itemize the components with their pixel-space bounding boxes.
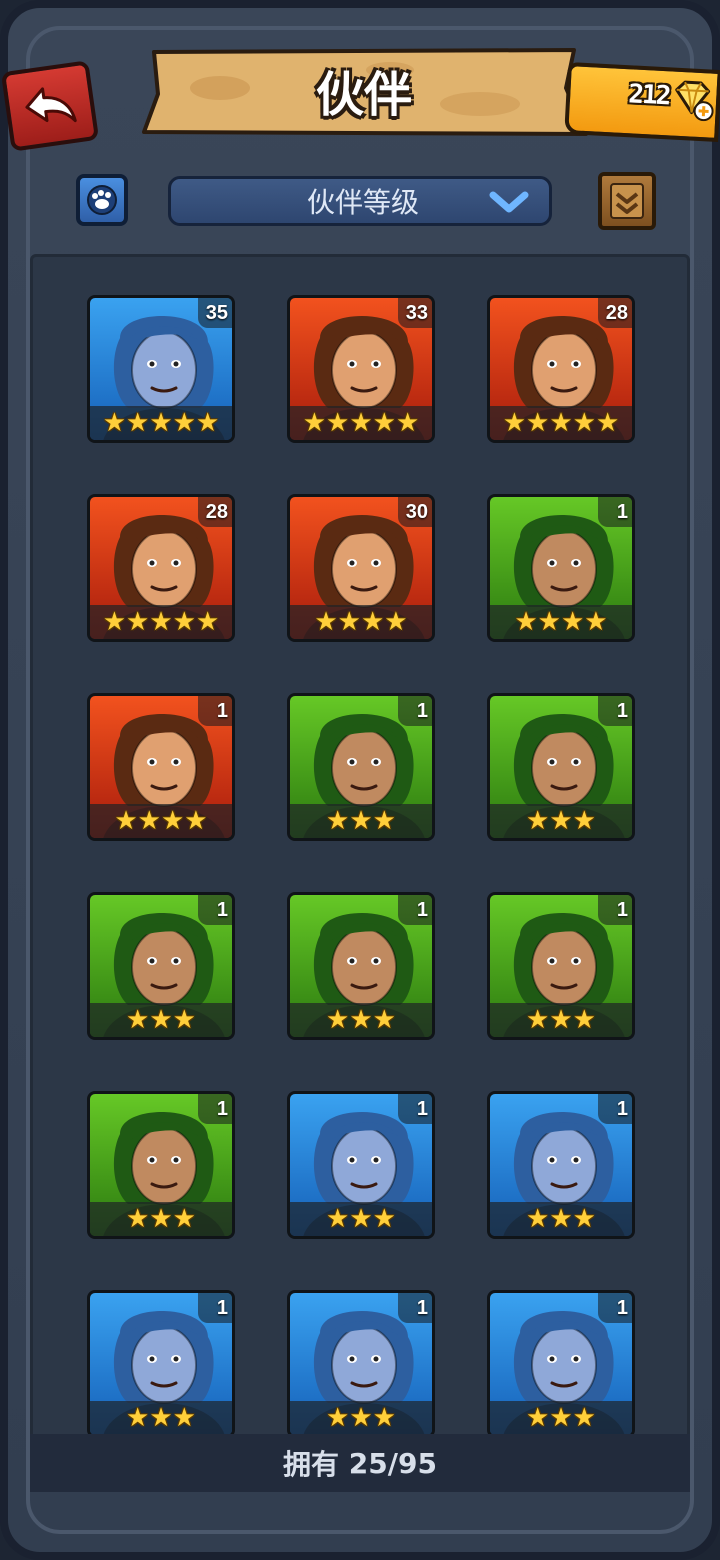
hero-card[interactable]: 1 ★★★	[87, 892, 235, 1040]
star-icons: ★★★	[126, 1005, 196, 1035]
gem-count: 212	[627, 79, 671, 112]
title-banner: 伙伴	[140, 48, 588, 136]
back-button[interactable]	[0, 60, 100, 152]
hero-star-rating: ★★★★★	[290, 406, 432, 440]
star-icons: ★★★	[526, 1005, 596, 1035]
star-icons: ★★★	[326, 1204, 396, 1234]
hero-card[interactable]: 35 ★★★★★	[87, 295, 235, 443]
star-icons: ★★★★★	[302, 408, 420, 438]
page-title: 伙伴	[315, 67, 412, 123]
hero-level: 1	[598, 1094, 632, 1124]
hero-star-rating: ★★★★★	[90, 406, 232, 440]
gem-plus-icon	[675, 80, 714, 122]
hero-card[interactable]: 1 ★★★	[287, 1290, 435, 1438]
hero-star-rating: ★★★	[90, 1003, 232, 1037]
gem-counter[interactable]: 212	[564, 62, 720, 142]
hero-card[interactable]: 28 ★★★★★	[487, 295, 635, 443]
hero-star-rating: ★★★★	[490, 605, 632, 639]
hero-card[interactable]: 1 ★★★	[487, 1091, 635, 1239]
hero-level: 1	[398, 1094, 432, 1124]
owned-value: 25/95	[348, 1446, 437, 1480]
hero-star-rating: ★★★	[490, 1003, 632, 1037]
hero-level: 1	[598, 497, 632, 527]
back-arrow-icon	[25, 87, 77, 123]
hero-level: 1	[398, 895, 432, 925]
hero-card[interactable]: 1 ★★★	[487, 892, 635, 1040]
hero-level: 33	[398, 298, 432, 328]
star-icons: ★★★★	[114, 806, 208, 836]
sort-dropdown[interactable]: 伙伴等级	[168, 176, 552, 226]
star-icons: ★★★★	[314, 607, 408, 637]
star-icons: ★★★	[526, 1403, 596, 1433]
hero-card[interactable]: 1 ★★★	[287, 892, 435, 1040]
hero-card[interactable]: 1 ★★★	[287, 693, 435, 841]
owned-label: 拥有	[283, 1448, 340, 1481]
hero-grid: 35 ★★★★★ 33 ★★★★★ 28 ★★★★★ 28 ★★★★★ 30 ★★★★ 1 ★★★★ 1…	[33, 257, 687, 1487]
star-icons: ★★★	[126, 1403, 196, 1433]
hero-level: 30	[398, 497, 432, 527]
hero-star-rating: ★★★	[290, 1003, 432, 1037]
hero-level: 1	[198, 1293, 232, 1323]
hero-level: 1	[598, 1293, 632, 1323]
hero-card[interactable]: 1 ★★★	[487, 693, 635, 841]
hero-card[interactable]: 28 ★★★★★	[87, 494, 235, 642]
star-icons: ★★★★★	[502, 408, 620, 438]
hero-star-rating: ★★★	[90, 1202, 232, 1236]
hero-star-rating: ★★★	[490, 804, 632, 838]
hero-card[interactable]: 30 ★★★★	[287, 494, 435, 642]
hero-card[interactable]: 1 ★★★★	[487, 494, 635, 642]
hero-level: 1	[398, 1293, 432, 1323]
hero-star-rating: ★★★	[490, 1401, 632, 1435]
hero-star-rating: ★★★★★	[90, 605, 232, 639]
hero-card[interactable]: 1 ★★★	[87, 1290, 235, 1438]
hero-star-rating: ★★★	[290, 804, 432, 838]
hero-card[interactable]: 1 ★★★	[287, 1091, 435, 1239]
hero-level: 1	[198, 1094, 232, 1124]
owned-count-bar: 拥有 25/95	[30, 1434, 690, 1492]
hero-card[interactable]: 1 ★★★	[87, 1091, 235, 1239]
hero-card[interactable]: 33 ★★★★★	[287, 295, 435, 443]
star-icons: ★★★	[326, 1005, 396, 1035]
hero-star-rating: ★★★	[90, 1401, 232, 1435]
hero-star-rating: ★★★★★	[490, 406, 632, 440]
hero-card[interactable]: 1 ★★★	[487, 1290, 635, 1438]
hero-level: 1	[398, 696, 432, 726]
hero-card[interactable]: 1 ★★★★	[87, 693, 235, 841]
hero-level: 1	[198, 696, 232, 726]
star-icons: ★★★★★	[102, 408, 220, 438]
hero-star-rating: ★★★	[290, 1202, 432, 1236]
hero-star-rating: ★★★	[290, 1401, 432, 1435]
hero-star-rating: ★★★	[490, 1202, 632, 1236]
scroll-chevron-icon	[610, 183, 644, 219]
hero-level: 1	[198, 895, 232, 925]
star-icons: ★★★★★	[102, 607, 220, 637]
hero-level: 28	[198, 497, 232, 527]
filter-button[interactable]	[76, 174, 128, 226]
hero-level: 28	[598, 298, 632, 328]
star-icons: ★★★	[526, 1204, 596, 1234]
star-icons: ★★★	[326, 806, 396, 836]
hero-level: 1	[598, 696, 632, 726]
star-icons: ★★★	[126, 1204, 196, 1234]
hero-grid-panel: 35 ★★★★★ 33 ★★★★★ 28 ★★★★★ 28 ★★★★★ 30 ★★★★ 1 ★★★★ 1…	[30, 254, 690, 1490]
chevron-down-icon	[489, 191, 529, 213]
collection-scroll-button[interactable]	[598, 172, 656, 230]
star-icons: ★★★	[326, 1403, 396, 1433]
star-icons: ★★★	[526, 806, 596, 836]
hero-star-rating: ★★★★	[90, 804, 232, 838]
hero-star-rating: ★★★★	[290, 605, 432, 639]
hero-level: 35	[198, 298, 232, 328]
star-icons: ★★★★	[514, 607, 608, 637]
hero-level: 1	[598, 895, 632, 925]
paw-filter-icon	[87, 185, 117, 215]
